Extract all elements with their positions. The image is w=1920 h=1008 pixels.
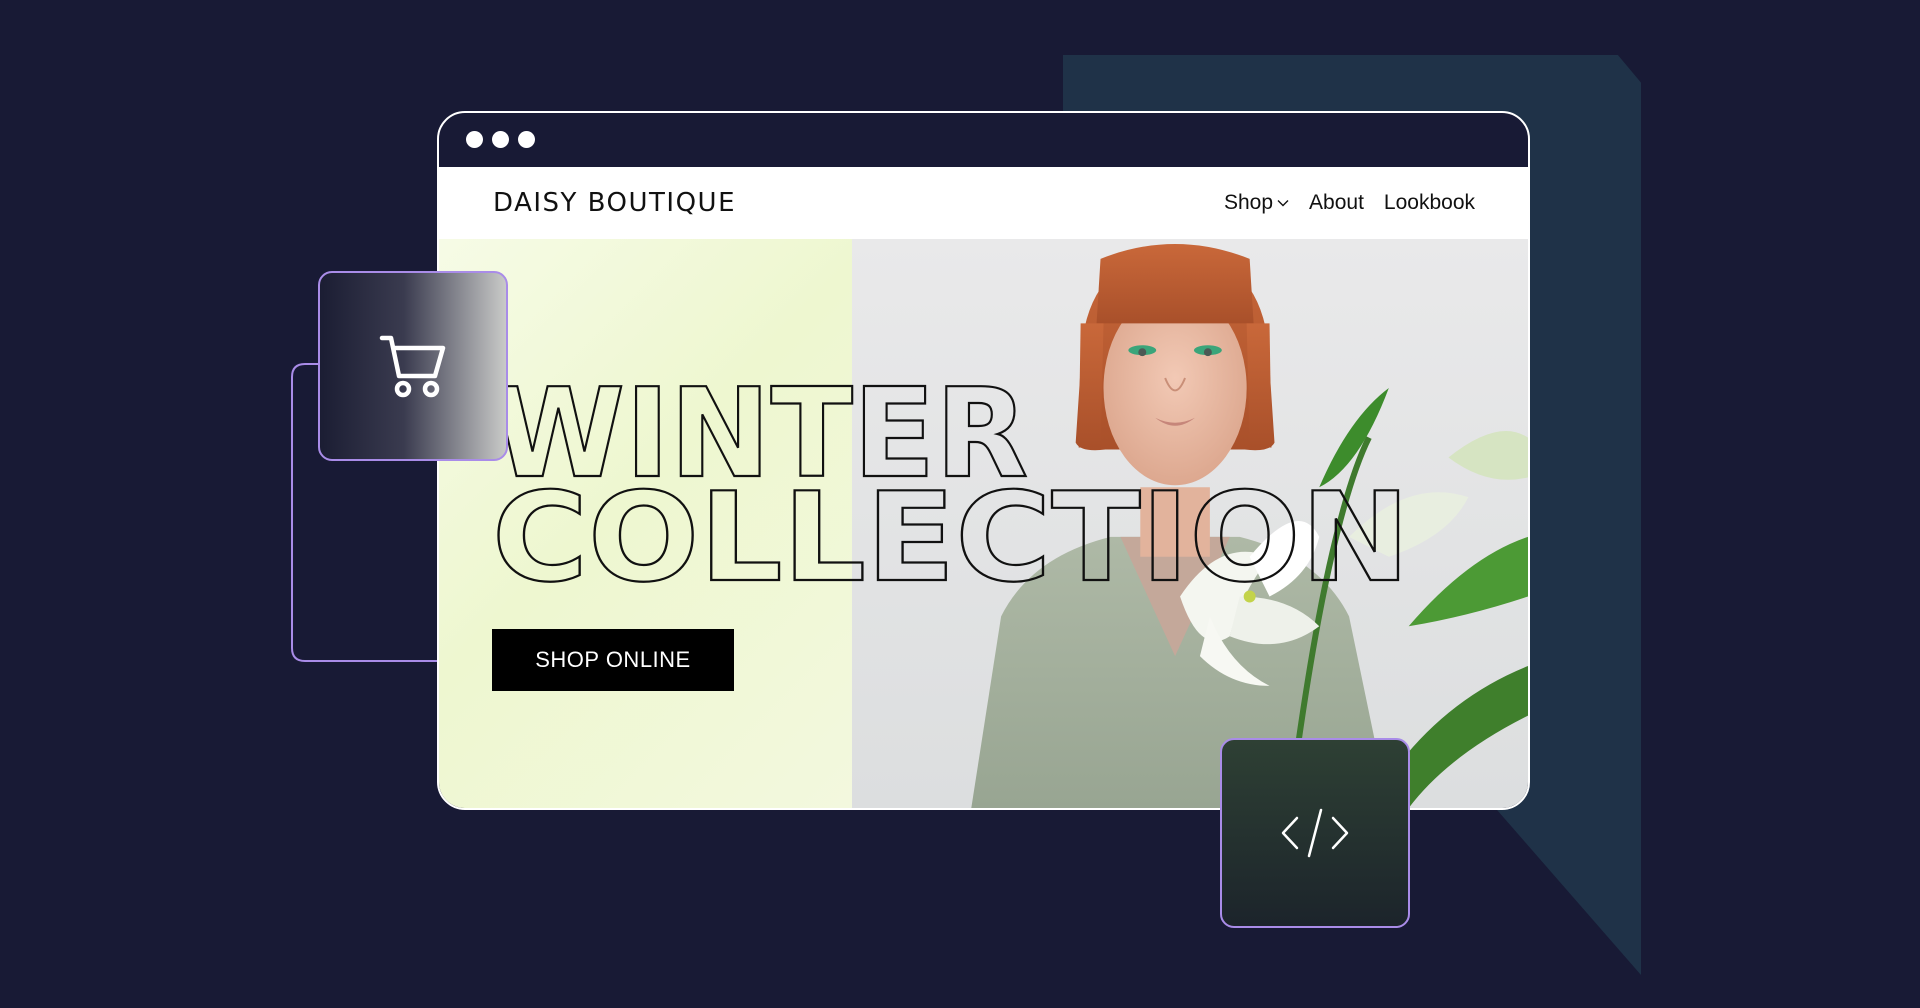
nav-item-label: About: [1309, 191, 1364, 214]
nav-item-label: Lookbook: [1383, 191, 1475, 214]
nav-links: Shop About Lookbook: [1224, 191, 1475, 215]
window-dot: [518, 131, 535, 148]
code-icon: [1281, 808, 1349, 858]
headline-line-2: COLLECTION: [492, 467, 1410, 610]
hero-headline: WINTER COLLECTION: [491, 362, 1411, 611]
cart-card[interactable]: [318, 271, 508, 461]
shop-online-button[interactable]: SHOP ONLINE: [492, 629, 734, 691]
hero-section: WINTER COLLECTION SHOP ONLINE: [439, 239, 1528, 808]
code-card[interactable]: [1220, 738, 1410, 928]
brand-logo[interactable]: DAISY BOUTIQUE: [493, 188, 736, 218]
nav-item-about[interactable]: About: [1309, 191, 1364, 215]
nav-item-lookbook[interactable]: Lookbook: [1384, 191, 1475, 215]
browser-window: DAISY BOUTIQUE Shop About Lookbook WINTE…: [437, 111, 1530, 810]
window-dot: [492, 131, 509, 148]
browser-titlebar: [439, 113, 1528, 167]
window-dot: [466, 131, 483, 148]
cart-icon: [379, 335, 446, 398]
chevron-down-icon: [1277, 200, 1289, 207]
nav-item-shop[interactable]: Shop: [1224, 191, 1289, 215]
nav-item-label: Shop: [1223, 191, 1274, 214]
site-navbar: DAISY BOUTIQUE Shop About Lookbook: [439, 167, 1528, 239]
